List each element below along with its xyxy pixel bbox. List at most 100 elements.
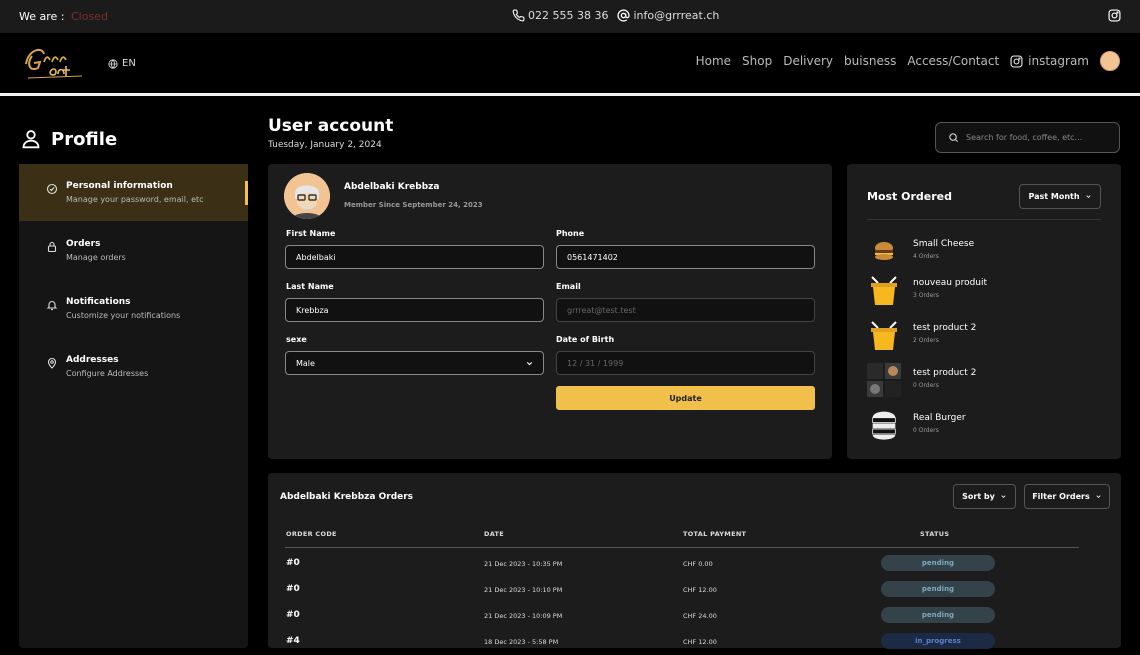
order-code: #4 bbox=[286, 636, 300, 646]
sidebar-item-notifications[interactable]: Notifications Customize your notificatio… bbox=[19, 280, 248, 337]
avatar-illustration bbox=[284, 173, 330, 219]
bell-icon bbox=[46, 301, 58, 311]
list-item[interactable]: nouveau produit 3 Orders bbox=[867, 273, 1101, 313]
chevron-down-icon bbox=[526, 361, 533, 366]
profile-heading: Profile bbox=[21, 128, 117, 150]
table-row[interactable]: #0 21 Dec 2023 - 10:09 PM CHF 24.00 pend… bbox=[268, 603, 1121, 629]
nav-delivery[interactable]: Delivery bbox=[783, 54, 833, 68]
phone-link[interactable]: 022 555 38 36 bbox=[512, 9, 608, 22]
order-total: CHF 12.00 bbox=[683, 586, 717, 594]
user-name: Abdelbaki Krebbza bbox=[344, 182, 440, 192]
sidebar-item-subtitle: Manage your password, email, etc bbox=[66, 195, 204, 204]
email-field[interactable]: grrreat@test.test bbox=[556, 298, 815, 322]
status-badge: pending bbox=[881, 607, 995, 623]
member-since: Member Since September 24, 2023 bbox=[344, 201, 483, 209]
nav-divider bbox=[0, 93, 1140, 96]
order-count: 4 Orders bbox=[913, 253, 939, 260]
sidebar-item-addresses[interactable]: Addresses Configure Addresses bbox=[19, 338, 248, 395]
brand-logo[interactable] bbox=[22, 42, 90, 84]
sidebar-item-title: Personal information bbox=[66, 181, 173, 191]
most-ordered-card: Most Ordered Past Month Small Cheese 4 O… bbox=[847, 164, 1121, 459]
sexe-select[interactable]: Male bbox=[285, 351, 544, 375]
globe-icon bbox=[108, 58, 118, 69]
product-name: Small Cheese bbox=[913, 239, 975, 249]
sort-by-label: Sort by bbox=[962, 492, 995, 501]
list-item[interactable]: Real Burger 0 Orders bbox=[867, 408, 1101, 448]
nav-home[interactable]: Home bbox=[696, 54, 731, 68]
lock-icon bbox=[47, 241, 57, 253]
dob-field[interactable]: 12 / 31 / 1999 bbox=[556, 351, 815, 375]
nav-shop[interactable]: Shop bbox=[742, 54, 772, 68]
profile-title: Profile bbox=[51, 128, 118, 150]
table-row[interactable]: #0 21 Dec 2023 - 10:35 PM CHF 0.00 pendi… bbox=[268, 551, 1121, 577]
sort-by-button[interactable]: Sort by bbox=[953, 484, 1016, 509]
profile-sidebar: Personal information Manage your passwor… bbox=[19, 164, 248, 648]
first-name-label: First Name bbox=[286, 229, 336, 238]
order-date: 21 Dec 2023 - 10:09 PM bbox=[484, 612, 563, 620]
product-name: nouveau produit bbox=[913, 278, 988, 288]
language-selector[interactable]: EN bbox=[108, 58, 136, 69]
divider bbox=[867, 219, 1101, 220]
phone-icon bbox=[512, 9, 525, 22]
column-header-order-code[interactable]: ORDER CODE bbox=[286, 530, 337, 538]
product-thumbnail bbox=[872, 411, 896, 440]
contact-info: 022 555 38 36 info@grrreat.ch bbox=[512, 9, 719, 22]
order-date: 18 Dec 2023 - 5:58 PM bbox=[484, 638, 559, 646]
status-value: Closed bbox=[71, 10, 108, 23]
nav-links: Home Shop Delivery buisness Access/Conta… bbox=[696, 51, 1120, 71]
column-header-total-payment[interactable]: TOTAL PAYMENT bbox=[683, 530, 746, 538]
period-dropdown[interactable]: Past Month bbox=[1019, 184, 1101, 209]
sidebar-item-orders[interactable]: Orders Manage orders bbox=[19, 222, 248, 279]
table-row[interactable]: #0 21 Dec 2023 - 10:10 PM CHF 12.00 pend… bbox=[268, 577, 1121, 603]
orders-card: Abdelbaki Krebbza Orders Sort by Filter … bbox=[268, 473, 1121, 649]
instagram-icon bbox=[1108, 9, 1121, 22]
column-header-date[interactable]: DATE bbox=[484, 530, 504, 538]
list-item[interactable]: test product 2 0 Orders bbox=[867, 363, 1101, 403]
dob-label: Date of Birth bbox=[556, 335, 615, 344]
user-avatar-menu[interactable] bbox=[1100, 51, 1120, 71]
phone-field[interactable]: 0561471402 bbox=[556, 245, 815, 269]
nav-access-contact[interactable]: Access/Contact bbox=[907, 54, 999, 68]
orders-title: Abdelbaki Krebbza Orders bbox=[280, 492, 414, 502]
instagram-top-link[interactable] bbox=[1108, 9, 1121, 25]
top-bar: We are : Closed 022 555 38 36 info@grrre… bbox=[0, 0, 1140, 33]
nav-business[interactable]: buisness bbox=[844, 54, 896, 68]
search-icon bbox=[949, 133, 959, 143]
first-name-field[interactable]: Abdelbaki bbox=[285, 245, 544, 269]
order-count: 2 Orders bbox=[913, 337, 939, 344]
order-code: #0 bbox=[286, 584, 300, 594]
product-thumbnail bbox=[871, 276, 897, 305]
product-thumbnail bbox=[875, 242, 893, 260]
last-name-field[interactable]: Krebbza bbox=[285, 298, 544, 322]
table-row[interactable]: #4 18 Dec 2023 - 5:58 PM CHF 12.00 in_pr… bbox=[268, 629, 1121, 655]
order-total: CHF 12.00 bbox=[683, 638, 717, 646]
avatar bbox=[284, 173, 330, 219]
status-badge: pending bbox=[881, 555, 995, 571]
nav-instagram[interactable]: instagram bbox=[1010, 54, 1089, 68]
current-date: Tuesday, January 2, 2024 bbox=[268, 140, 382, 150]
main-navbar: EN Home Shop Delivery buisness Access/Co… bbox=[0, 33, 1140, 94]
instagram-icon bbox=[1010, 54, 1023, 68]
product-thumbnail bbox=[867, 363, 901, 397]
sidebar-item-subtitle: Configure Addresses bbox=[66, 369, 149, 378]
email-link[interactable]: info@grrreat.ch bbox=[617, 9, 719, 22]
sexe-value: Male bbox=[296, 358, 315, 368]
update-button[interactable]: Update bbox=[556, 386, 815, 410]
status-badge: pending bbox=[881, 581, 995, 597]
personal-info-card: Abdelbaki Krebbza Member Since September… bbox=[268, 164, 832, 459]
filter-orders-button[interactable]: Filter Orders bbox=[1024, 484, 1110, 509]
sidebar-item-subtitle: Customize your notifications bbox=[66, 311, 181, 320]
email-address: info@grrreat.ch bbox=[633, 9, 720, 22]
column-header-status[interactable]: STATUS bbox=[920, 530, 949, 538]
order-date: 21 Dec 2023 - 10:35 PM bbox=[484, 560, 563, 568]
status-badge: in_progress bbox=[881, 633, 995, 649]
sidebar-item-title: Addresses bbox=[66, 355, 119, 365]
list-item[interactable]: test product 2 2 Orders bbox=[867, 318, 1101, 358]
email-label: Email bbox=[556, 282, 581, 291]
status-label: We are : bbox=[19, 10, 65, 23]
at-icon bbox=[617, 9, 631, 22]
sidebar-item-personal-information[interactable]: Personal information Manage your passwor… bbox=[19, 164, 248, 221]
location-icon bbox=[47, 357, 57, 369]
search-input[interactable]: Search for food, coffee, etc... bbox=[935, 122, 1120, 153]
list-item[interactable]: Small Cheese 4 Orders bbox=[867, 234, 1101, 274]
